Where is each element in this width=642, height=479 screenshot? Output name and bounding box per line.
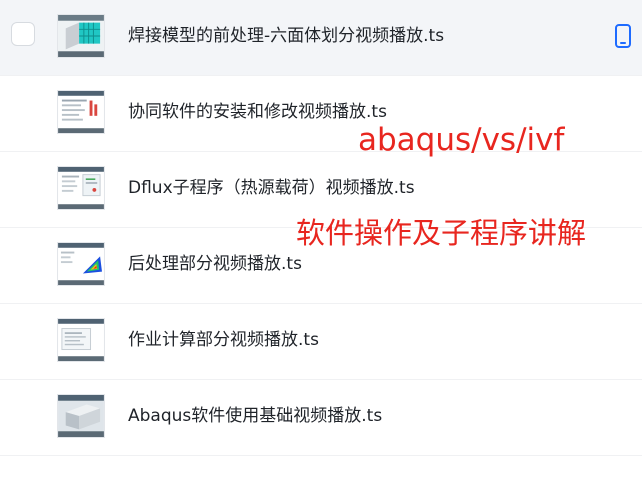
code-editor-thumbnail-icon [58, 167, 104, 209]
row-checkbox[interactable] [11, 22, 35, 46]
file-row-6[interactable]: Abaqus软件使用基础视频播放.ts [0, 380, 642, 456]
file-title[interactable]: 焊接模型的前处理-六面体划分视频播放.ts [128, 25, 444, 47]
overlay-caption-topic: 软件操作及子程序讲解 [296, 216, 587, 250]
mesh-model-thumbnail-icon [58, 15, 104, 57]
video-thumbnail-4[interactable] [57, 242, 105, 286]
file-title[interactable]: Dflux子程序（热源载荷）视频播放.ts [128, 177, 415, 199]
overlay-caption-software: abaqus/vs/ivf [358, 122, 565, 158]
3d-part-thumbnail-icon [58, 395, 104, 437]
video-thumbnail-2[interactable] [57, 90, 105, 134]
file-title[interactable]: 作业计算部分视频播放.ts [128, 329, 319, 351]
file-title[interactable]: 后处理部分视频播放.ts [128, 253, 302, 275]
video-thumbnail-3[interactable] [57, 166, 105, 210]
video-thumbnail-1[interactable] [57, 14, 105, 58]
file-title[interactable]: Abaqus软件使用基础视频播放.ts [128, 405, 382, 427]
video-thumbnail-5[interactable] [57, 318, 105, 362]
mobile-device-icon[interactable] [614, 24, 632, 48]
document-thumbnail-icon [58, 91, 104, 133]
video-thumbnail-6[interactable] [57, 394, 105, 438]
file-row-1[interactable]: 焊接模型的前处理-六面体划分视频播放.ts [0, 0, 642, 76]
file-title[interactable]: 协同软件的安装和修改视频播放.ts [128, 101, 387, 123]
file-row-5[interactable]: 作业计算部分视频播放.ts [0, 304, 642, 380]
contour-plot-thumbnail-icon [58, 243, 104, 285]
job-manager-thumbnail-icon [58, 319, 104, 361]
